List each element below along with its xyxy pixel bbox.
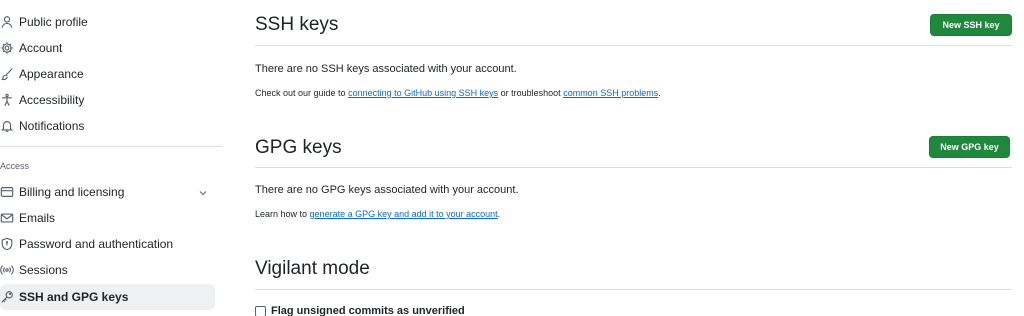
sidebar-item-emails[interactable]: Emails	[0, 205, 215, 231]
flag-unsigned-label: Flag unsigned commits as unverified	[271, 305, 465, 316]
ssh-guide-suffix: .	[658, 88, 661, 98]
sidebar-item-label: Sessions	[19, 263, 68, 277]
settings-sidebar: Public profile Account Appearance Access…	[0, 0, 222, 316]
gpg-learn-text: Learn how to generate a GPG key and add …	[255, 209, 500, 219]
broadcast-icon	[0, 263, 14, 277]
chevron-down-icon[interactable]	[197, 186, 209, 198]
gpg-learn-suffix: .	[497, 209, 501, 219]
ssh-guide-link[interactable]: connecting to GitHub using SSH keys	[348, 88, 498, 98]
paintbrush-icon	[0, 67, 14, 81]
vigilant-section-divider	[255, 289, 1012, 290]
sidebar-item-label: Account	[19, 41, 63, 55]
sidebar-item-sessions[interactable]: Sessions	[0, 257, 215, 283]
ssh-empty-message: There are no SSH keys associated with yo…	[255, 63, 517, 75]
gpg-learn-prefix: Learn how to	[255, 209, 310, 219]
sidebar-item-label: SSH and GPG keys	[19, 290, 129, 304]
sidebar-item-label: Accessibility	[19, 93, 85, 107]
ssh-guide-middle: or troubleshoot	[498, 88, 564, 98]
sidebar-item-label: Appearance	[19, 67, 84, 81]
sidebar-item-label: Billing and licensing	[19, 185, 125, 199]
ssh-troubleshoot-link[interactable]: common SSH problems	[563, 88, 658, 98]
sidebar-divider	[0, 146, 222, 147]
sidebar-item-public-profile[interactable]: Public profile	[0, 9, 215, 35]
sidebar-item-label: Notifications	[19, 119, 85, 133]
ssh-section-divider	[255, 45, 1012, 46]
sidebar-item-label: Emails	[19, 211, 56, 225]
gpg-generate-link[interactable]: generate a GPG key and add it to your ac…	[310, 209, 498, 219]
new-gpg-key-button[interactable]: New GPG key	[929, 136, 1010, 158]
sidebar-item-accessibility[interactable]: Accessibility	[0, 87, 215, 113]
sidebar-item-notifications[interactable]: Notifications	[0, 113, 215, 139]
sidebar-item-appearance[interactable]: Appearance	[0, 61, 215, 87]
sidebar-section-heading: Access	[0, 161, 30, 171]
bell-icon	[0, 119, 14, 133]
gpg-empty-message: There are no GPG keys associated with yo…	[255, 184, 519, 196]
sidebar-item-account[interactable]: Account	[0, 35, 215, 61]
flag-unsigned-checkbox[interactable]	[255, 305, 266, 316]
sidebar-item-label: Public profile	[19, 15, 88, 29]
gpg-section-divider	[255, 167, 1012, 168]
accessibility-icon	[0, 93, 14, 107]
shield-lock-icon	[0, 237, 14, 251]
ssh-guide-text: Check out our guide to connecting to Git…	[255, 88, 661, 98]
sidebar-item-label: Password and authentication	[19, 237, 174, 251]
new-ssh-key-button[interactable]: New SSH key	[930, 14, 1012, 36]
keys-main-content: SSH keys New SSH key There are no SSH ke…	[255, 0, 1024, 316]
person-icon	[0, 15, 14, 29]
gear-icon	[0, 41, 14, 55]
sidebar-item-billing[interactable]: Billing and licensing	[0, 179, 215, 205]
credit-card-icon	[0, 185, 14, 199]
sidebar-item-ssh-gpg-keys[interactable]: SSH and GPG keys	[0, 284, 215, 310]
ssh-keys-title: SSH keys	[255, 14, 339, 35]
sidebar-item-password-authentication[interactable]: Password and authentication	[0, 231, 215, 257]
ssh-guide-prefix: Check out our guide to	[255, 88, 349, 98]
key-icon	[0, 290, 14, 304]
mail-icon	[0, 211, 14, 225]
vigilant-mode-option[interactable]: Flag unsigned commits as unverified	[255, 305, 465, 316]
vigilant-mode-title: Vigilant mode	[255, 258, 370, 279]
gpg-keys-title: GPG keys	[255, 137, 342, 158]
